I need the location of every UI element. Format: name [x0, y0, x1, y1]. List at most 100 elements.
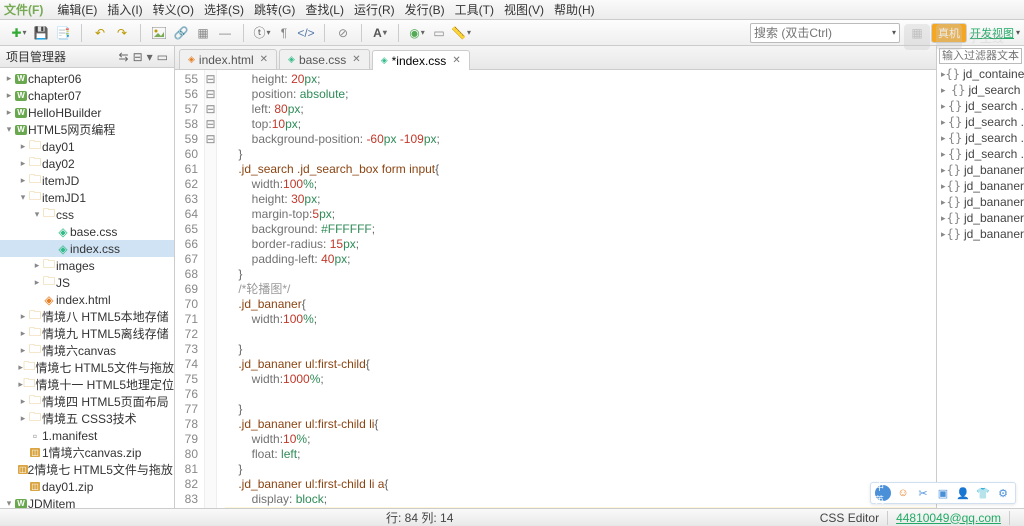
tree-item[interactable]: ◫2情境七 HTML5文件与拖放.z [0, 461, 174, 478]
tree-item[interactable]: ▸🗀情境五 CSS3技术 [0, 410, 174, 427]
image-button[interactable] [149, 23, 169, 43]
emoji-icon[interactable]: ☺ [895, 485, 911, 501]
wrap-button[interactable]: ¶ [274, 23, 294, 43]
menubar: 文件(F) 编辑(E) 插入(I) 转义(O) 选择(S) 跳转(G) 查找(L… [0, 0, 1024, 20]
close-icon[interactable]: ✕ [260, 54, 268, 65]
tree-item[interactable]: ▾🗀itemJD1 [0, 189, 174, 206]
menu-help[interactable]: 帮助(H) [554, 1, 595, 18]
tree-item[interactable]: ◈index.html [0, 291, 174, 308]
menu-view[interactable]: 视图(V) [504, 1, 544, 18]
outline-item[interactable]: ▸{}jd_search . [937, 98, 1024, 114]
outline-item[interactable]: ▸{}jd_bananer [937, 162, 1024, 178]
collapse-icon[interactable]: ⊟ [133, 50, 143, 64]
link-button[interactable]: 🔗 [171, 23, 191, 43]
outline-item[interactable]: ▸{}jd_containe [937, 66, 1024, 82]
tree-item[interactable]: ▫1.manifest [0, 427, 174, 444]
tree-item[interactable]: ▸🗀day01 [0, 138, 174, 155]
new-button[interactable]: ✚▾ [9, 23, 29, 43]
menu-run[interactable]: 运行(R) [354, 1, 395, 18]
tree-item[interactable]: ▸Wchapter07 [0, 87, 174, 104]
outline-filter[interactable] [939, 48, 1022, 64]
editor-tab[interactable]: ◈base.css✕ [279, 49, 370, 69]
outline-item[interactable]: ▸{}jd_search [937, 82, 1024, 98]
menu-insert[interactable]: 插入(I) [107, 1, 142, 18]
code-button[interactable]: </> [296, 23, 316, 43]
tree-item[interactable]: ▸🗀情境九 HTML5离线存储 [0, 325, 174, 342]
tree-item[interactable]: ▸🗀itemJD [0, 172, 174, 189]
tree-item[interactable]: ▾🗀css [0, 206, 174, 223]
tree-item[interactable]: ◫1情境六canvas.zip [0, 444, 174, 461]
editor-tab[interactable]: ◈*index.css✕ [372, 50, 470, 70]
shirt-icon[interactable]: 👕 [975, 485, 991, 501]
menu-icon[interactable]: ▾ [147, 50, 153, 64]
text-button[interactable]: ⓣ▾ [252, 23, 272, 43]
browser-button[interactable]: ◉▾ [407, 23, 427, 43]
close-icon[interactable]: ✕ [452, 55, 460, 66]
redo-button[interactable]: ↷ [112, 23, 132, 43]
input-method-icon[interactable]: 中英 [875, 485, 891, 501]
font-size-button[interactable]: A▾ [370, 23, 390, 43]
language-mode[interactable]: CSS Editor [820, 511, 879, 525]
contact-icon[interactable]: ▣ [935, 485, 951, 501]
layout-grid-button[interactable]: ▦ [907, 23, 927, 43]
tree-item[interactable]: ▸🗀情境十一 HTML5地理定位 [0, 376, 174, 393]
search-input[interactable]: ▾ [750, 23, 900, 43]
editor-area: ◈index.html✕◈base.css✕◈*index.css✕ 55565… [175, 46, 936, 508]
link-icon[interactable]: ⇆ [119, 50, 129, 64]
comment-button[interactable]: ⊘ [333, 23, 353, 43]
outline-item[interactable]: ▸{}jd_search . [937, 146, 1024, 162]
tree-item[interactable]: ◈index.css [0, 240, 174, 257]
save-all-button[interactable]: 📑 [53, 23, 73, 43]
save-button[interactable]: 💾 [31, 23, 51, 43]
tree-item[interactable]: ▾WJDMitem [0, 495, 174, 508]
tree-item[interactable]: ▸WHelloHBuilder [0, 104, 174, 121]
device-preview-button[interactable]: 真机 [932, 24, 966, 42]
tree-item[interactable]: ◈base.css [0, 223, 174, 240]
floating-toolbar[interactable]: 中英 ☺ ✂ ▣ 👤 👕 ⚙ [870, 482, 1016, 504]
menu-file[interactable]: 文件(F) [4, 1, 43, 18]
menu-edit[interactable]: 编辑(E) [57, 1, 97, 18]
menu-select[interactable]: 选择(S) [204, 1, 244, 18]
tree-item[interactable]: ◫day01.zip [0, 478, 174, 495]
device-button[interactable]: ▭ [429, 23, 449, 43]
menu-tools[interactable]: 工具(T) [455, 1, 494, 18]
project-tree[interactable]: ▸Wchapter06▸Wchapter07▸WHelloHBuilder▾WH… [0, 68, 174, 508]
cursor-position: 行: 84 列: 14 [386, 509, 453, 526]
tree-item[interactable]: ▸🗀情境八 HTML5本地存储 [0, 308, 174, 325]
toolbar: ✚▾ 💾 📑 ↶ ↷ 🔗 ▦ — ⓣ▾ ¶ </> ⊘ A▾ ◉▾ ▭ 📏▾ ▾… [0, 20, 1024, 46]
code-editor[interactable]: height: 20px; position: absolute; left: … [217, 70, 936, 508]
outline-item[interactable]: ▸{}jd_bananer [937, 194, 1024, 210]
sidebar-title: 项目管理器 [6, 48, 66, 65]
search-dd-icon[interactable]: ▾ [892, 28, 896, 37]
person-icon[interactable]: 👤 [955, 485, 971, 501]
menu-publish[interactable]: 发行(B) [405, 1, 445, 18]
outline-item[interactable]: ▸{}jd_bananer [937, 210, 1024, 226]
dev-view-link[interactable]: 开发视图 [970, 25, 1014, 41]
hr-button[interactable]: — [215, 23, 235, 43]
min-icon[interactable]: ▭ [157, 50, 168, 64]
tree-item[interactable]: ▸🗀images [0, 257, 174, 274]
menu-escape[interactable]: 转义(O) [153, 1, 194, 18]
outline-item[interactable]: ▸{}jd_bananer [937, 178, 1024, 194]
table-button[interactable]: ▦ [193, 23, 213, 43]
fold-gutter[interactable]: ⊟⊟⊟⊟⊟ [205, 70, 217, 508]
tree-item[interactable]: ▸🗀day02 [0, 155, 174, 172]
scissors-icon[interactable]: ✂ [915, 485, 931, 501]
tree-item[interactable]: ▾WHTML5网页编程 [0, 121, 174, 138]
ruler-button[interactable]: 📏▾ [451, 23, 471, 43]
tree-item[interactable]: ▸Wchapter06 [0, 70, 174, 87]
outline-item[interactable]: ▸{}jd_bananer [937, 226, 1024, 242]
menu-goto[interactable]: 跳转(G) [254, 1, 295, 18]
tree-item[interactable]: ▸🗀JS [0, 274, 174, 291]
outline-list[interactable]: ▸{}jd_containe▸{}jd_search▸{}jd_search .… [937, 66, 1024, 508]
project-sidebar: 项目管理器 ⇆ ⊟ ▾ ▭ ▸Wchapter06▸Wchapter07▸WHe… [0, 46, 175, 508]
tree-item[interactable]: ▸🗀情境四 HTML5页面布局 [0, 393, 174, 410]
editor-tab[interactable]: ◈index.html✕ [179, 49, 277, 69]
close-icon[interactable]: ✕ [352, 54, 360, 65]
gear-icon[interactable]: ⚙ [995, 485, 1011, 501]
undo-button[interactable]: ↶ [90, 23, 110, 43]
outline-item[interactable]: ▸{}jd_search . [937, 114, 1024, 130]
menu-find[interactable]: 查找(L) [305, 1, 344, 18]
user-email[interactable]: 44810049@qq.com [896, 511, 1001, 525]
outline-item[interactable]: ▸{}jd_search . [937, 130, 1024, 146]
